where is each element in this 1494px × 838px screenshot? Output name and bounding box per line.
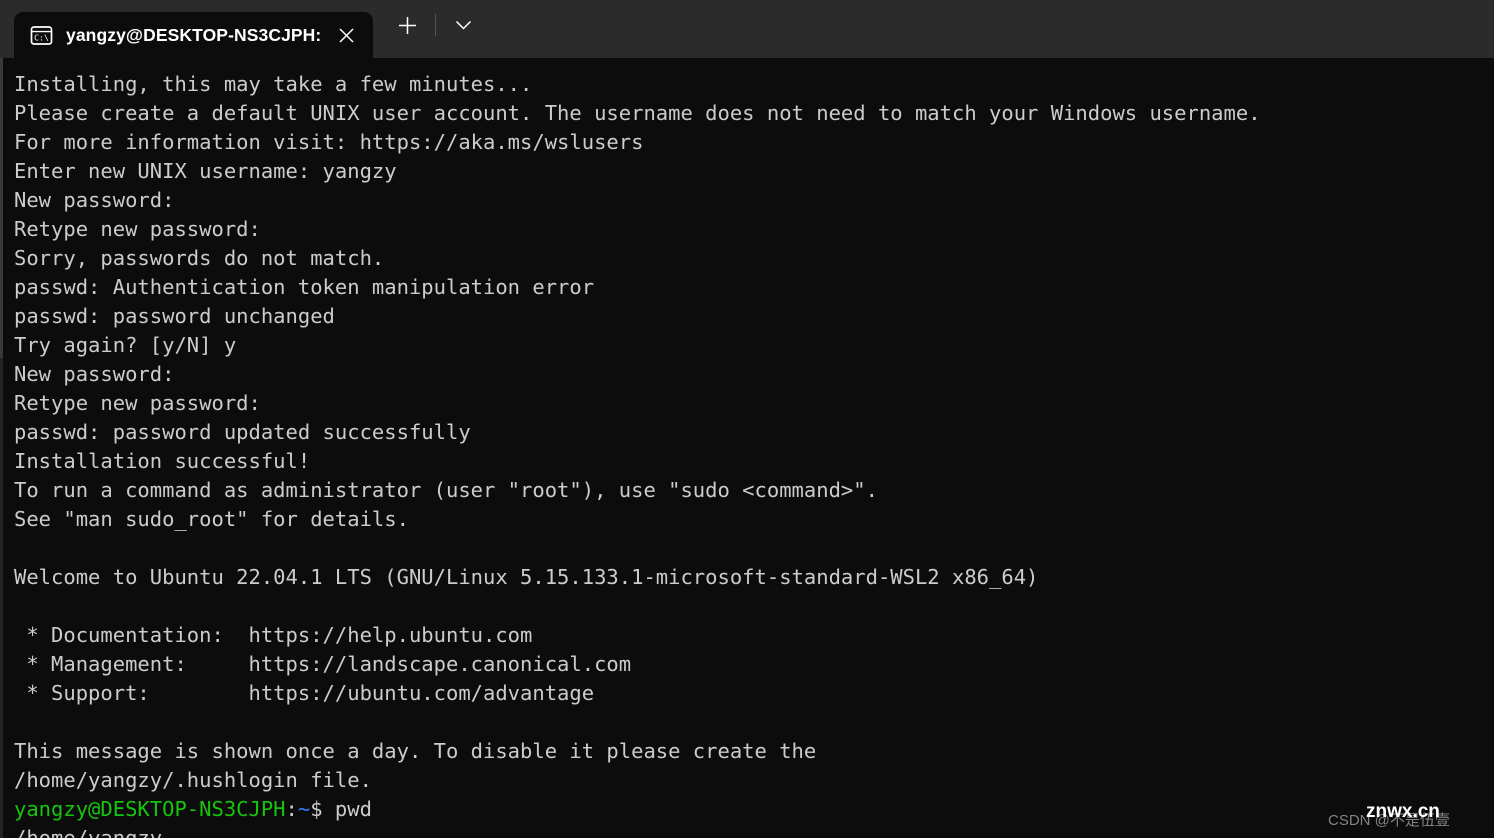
prompt-command: pwd: [322, 797, 372, 821]
terminal-line: * Documentation: https://help.ubuntu.com: [14, 623, 533, 647]
terminal-line: New password:: [14, 362, 175, 386]
terminal-line: * Support: https://ubuntu.com/advantage: [14, 681, 595, 705]
scrollbar-thumb[interactable]: [0, 58, 3, 358]
scrollbar-track[interactable]: [0, 58, 3, 838]
terminal-prompt-line[interactable]: yangzy@DESKTOP-NS3CJPH:~$ pwd: [14, 795, 1494, 824]
terminal-line: Installation successful!: [14, 449, 311, 473]
prompt-path: ~: [297, 797, 311, 821]
svg-text:C:\: C:\: [34, 32, 49, 42]
terminal-line: New password:: [14, 188, 175, 212]
terminal-line: Welcome to Ubuntu 22.04.1 LTS (GNU/Linux…: [14, 565, 1039, 589]
tab-actions: [373, 0, 482, 58]
terminal-line: This message is shown once a day. To dis…: [14, 739, 817, 763]
chevron-down-icon[interactable]: [444, 8, 482, 42]
terminal-line: Please create a default UNIX user accoun…: [14, 101, 1261, 125]
terminal-screen: Installing, this may take a few minutes.…: [14, 70, 1494, 838]
terminal-line: Retype new password:: [14, 391, 261, 415]
terminal-line: passwd: Authentication token manipulatio…: [14, 275, 595, 299]
terminal-line: Installing, this may take a few minutes.…: [14, 72, 533, 96]
title-bar: C:\ yangzy@DESKTOP-NS3CJPH:: [0, 0, 1494, 58]
terminal-line: * Management: https://landscape.canonica…: [14, 652, 632, 676]
terminal-line: Try again? [y/N] y: [14, 333, 237, 357]
terminal-window: C:\ yangzy@DESKTOP-NS3CJPH: Installing, …: [0, 0, 1494, 838]
tab-title: yangzy@DESKTOP-NS3CJPH:: [66, 24, 322, 45]
terminal-line: passwd: password updated successfully: [14, 420, 471, 444]
terminal-line: Enter new UNIX username: yangzy: [14, 159, 397, 183]
terminal-line: passwd: password unchanged: [14, 304, 335, 328]
toolbar-divider: [435, 14, 437, 36]
close-icon[interactable]: [329, 20, 363, 50]
plus-icon[interactable]: [387, 8, 427, 42]
watermark: CSDN @不是伍壹 znwx.cn: [1328, 796, 1488, 832]
prompt-sigil: $: [310, 797, 323, 821]
terminal-line: See "man sudo_root" for details.: [14, 507, 409, 531]
tab-strip: C:\ yangzy@DESKTOP-NS3CJPH:: [0, 0, 374, 58]
prompt-colon: :: [285, 797, 298, 821]
terminal-line: To run a command as administrator (user …: [14, 478, 878, 502]
terminal-line: /home/yangzy/.hushlogin file.: [14, 768, 372, 792]
terminal-line: Retype new password:: [14, 217, 261, 241]
terminal-line: Sorry, passwords do not match.: [14, 246, 385, 270]
terminal-line-output: /home/yangzy: [14, 826, 163, 838]
tab-active[interactable]: C:\ yangzy@DESKTOP-NS3CJPH:: [14, 12, 374, 58]
watermark-site: znwx.cn: [1366, 801, 1440, 822]
terminal-line: For more information visit: https://aka.…: [14, 130, 644, 154]
terminal-viewport[interactable]: Installing, this may take a few minutes.…: [0, 58, 1494, 838]
prompt-user-host: yangzy@DESKTOP-NS3CJPH: [14, 797, 286, 821]
cmd-prompt-icon: C:\: [30, 24, 53, 47]
